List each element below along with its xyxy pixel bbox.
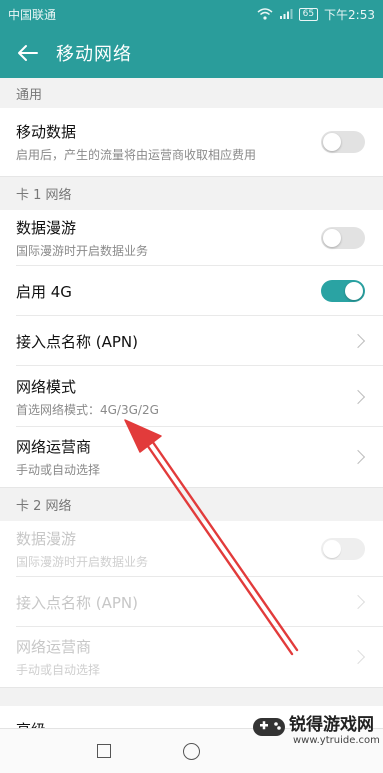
row-subtitle: 国际漫游时开启数据业务: [16, 244, 149, 258]
status-bar: 中国联通 65 下午2:53: [0, 0, 383, 28]
back-arrow-icon: [18, 45, 38, 61]
row-subtitle: 首选网络模式：4G/3G/2G: [16, 402, 159, 417]
wifi-icon: [257, 8, 273, 20]
row-title: 接入点名称 (APN): [16, 332, 139, 351]
home-button[interactable]: [183, 742, 200, 760]
toggle-knob: [323, 133, 341, 151]
toggle-knob: [323, 540, 341, 558]
chevron-right-icon: [350, 594, 366, 610]
section-header-sim1: 卡 1 网络: [0, 176, 383, 210]
row-title: 网络运营商: [16, 438, 92, 456]
watermark-url: www.ytruide.com: [293, 735, 380, 746]
enable-4g-row[interactable]: 启用 4G: [0, 266, 383, 316]
settings-list: 通用 移动数据 启用后，产生的流量将由运营商收取相应费用 卡 1 网络 数据漫游…: [0, 78, 383, 752]
signal-icon: [279, 9, 293, 19]
row-subtitle: 启用后，产生的流量将由运营商收取相应费用: [16, 148, 257, 162]
clock: 下午2:53: [324, 7, 375, 22]
chevron-right-icon: [350, 649, 366, 665]
carrier-label: 中国联通: [8, 7, 57, 22]
sim2-roaming-row: 数据漫游 国际漫游时开启数据业务: [0, 521, 383, 577]
enable-4g-toggle[interactable]: [321, 280, 365, 302]
status-icons: 65 下午2:53: [257, 6, 375, 23]
section-header-general: 通用: [0, 78, 383, 108]
row-title: 网络模式: [16, 377, 77, 396]
mobile-data-row[interactable]: 移动数据 启用后，产生的流量将由运营商收取相应费用: [0, 108, 383, 176]
battery-icon: 65: [298, 7, 319, 21]
chevron-right-icon: [350, 333, 366, 349]
row-subtitle: 手动或自动选择: [16, 663, 101, 677]
page-title: 移动网络: [56, 44, 132, 65]
app-bar: 移动网络: [0, 28, 383, 78]
row-title: 数据漫游: [16, 219, 77, 237]
row-title: 数据漫游: [16, 530, 77, 548]
row-title: 接入点名称 (APN): [16, 593, 139, 612]
row-title: 移动数据: [16, 123, 77, 141]
gamepad-logo-icon: [253, 718, 285, 736]
recents-button[interactable]: [97, 744, 111, 758]
sim1-carrier-row[interactable]: 网络运营商 手动或自动选择: [0, 427, 383, 487]
toggle-knob: [323, 229, 341, 247]
row-title: 启用 4G: [16, 282, 72, 301]
sim2-carrier-row: 网络运营商 手动或自动选择: [0, 627, 383, 687]
chevron-right-icon: [350, 389, 366, 404]
row-subtitle: 国际漫游时开启数据业务: [16, 555, 149, 569]
sim1-roaming-row[interactable]: 数据漫游 国际漫游时开启数据业务: [0, 210, 383, 266]
mobile-data-toggle[interactable]: [321, 131, 365, 153]
row-subtitle: 手动或自动选择: [16, 463, 101, 477]
sim2-apn-row: 接入点名称 (APN): [0, 577, 383, 627]
row-title: 网络运营商: [16, 638, 92, 656]
section-header-sim2: 卡 2 网络: [0, 487, 383, 521]
chevron-right-icon: [350, 449, 366, 465]
back-button[interactable]: [0, 28, 56, 78]
network-mode-row[interactable]: 网络模式 首选网络模式：4G/3G/2G: [0, 366, 383, 427]
sim2-roaming-toggle: [321, 538, 365, 560]
sim1-apn-row[interactable]: 接入点名称 (APN): [0, 316, 383, 366]
watermark-title: 锐得游戏网: [289, 715, 374, 735]
watermark: 锐得游戏网 www.ytruide.com: [249, 700, 380, 770]
sim1-roaming-toggle[interactable]: [321, 227, 365, 249]
toggle-knob: [345, 282, 363, 300]
